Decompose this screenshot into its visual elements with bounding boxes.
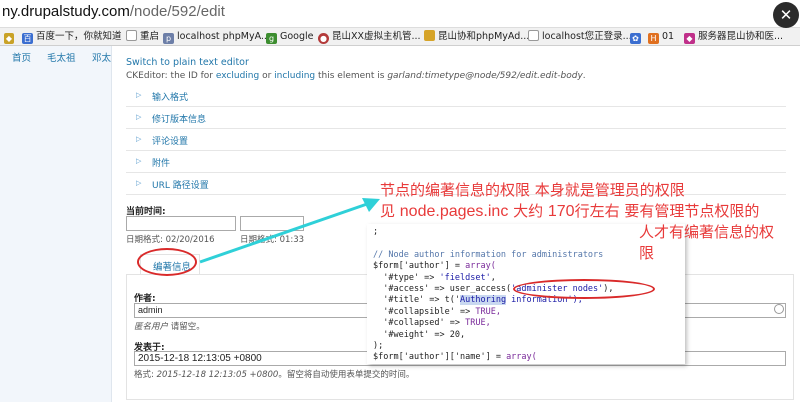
date-input[interactable]	[126, 216, 236, 231]
date-format-hint: 日期格式: 02/20/2016	[126, 235, 215, 245]
author-tab-highlight-ellipse	[137, 248, 197, 276]
diamond-icon: ◆	[684, 33, 695, 44]
including-link[interactable]: including	[274, 71, 315, 81]
close-icon: ✕	[779, 6, 793, 24]
address-bar[interactable]: ny.drupalstudy.com/node/592/edit	[0, 0, 800, 28]
switch-plain-text-link[interactable]: Switch to plain text editor	[126, 57, 249, 68]
bookmark-paw[interactable]: ✿	[630, 30, 644, 44]
paw-icon: ✿	[630, 33, 641, 44]
google-icon: g	[266, 33, 277, 44]
authored-on-hint: 格式: 2015-12-18 12:13:05 +0800。留空将自动使用表单提…	[134, 370, 415, 380]
annotation-line-3: 人才有编著信息的权	[639, 223, 775, 241]
h-icon: H	[648, 33, 659, 44]
bookmark-icon: 百	[22, 33, 33, 44]
annotation-line-4: 限	[639, 244, 655, 262]
fieldset-attachments[interactable]: ▷ 附件	[126, 153, 786, 173]
left-nav: 首页 毛太祖 邓太	[0, 46, 112, 402]
nav-deng[interactable]: 邓太	[92, 50, 111, 64]
globe-icon: ●	[318, 33, 329, 44]
url-text[interactable]: ny.drupalstudy.com/node/592/edit	[2, 3, 225, 20]
access-highlight-ellipse	[513, 279, 655, 299]
bookmarks-bar: ◆ 百百度一下，你就知道 重启 p localhost phpMyA... g Go…	[0, 28, 800, 46]
fieldset-revision-info[interactable]: ▷ 修订版本信息	[126, 109, 786, 129]
nav-home[interactable]: 首页	[12, 50, 31, 64]
bookmark-xiehe-phpmyadmin[interactable]: 昆山协和phpMyAd...	[424, 30, 529, 44]
time-input[interactable]	[240, 216, 304, 231]
bookmark-restart[interactable]: 重启	[126, 30, 159, 44]
triangle-right-icon: ▷	[136, 91, 142, 99]
bookmark-localhost-login[interactable]: localhost您正登录...	[528, 30, 632, 44]
folder-icon	[424, 30, 435, 41]
phpmyadmin-icon: p	[163, 33, 174, 44]
bookmark-01[interactable]: H 01	[648, 30, 674, 44]
triangle-right-icon: ▷	[136, 157, 142, 165]
triangle-right-icon: ▷	[136, 113, 142, 121]
excluding-link[interactable]: excluding	[216, 71, 259, 81]
url-host: ny.drupalstudy.com	[2, 3, 130, 20]
page-icon	[528, 30, 539, 41]
bookmark-phpmyadmin[interactable]: p localhost phpMyA...	[163, 30, 270, 44]
bookmark-server-xiehe[interactable]: ◆ 服务器昆山协和医...	[684, 30, 783, 44]
author-hint: 匿名用户 请留空。	[134, 322, 205, 332]
autocomplete-throbber-icon	[774, 304, 784, 314]
ckeditor-note: CKEditor: the ID for excluding or includ…	[126, 71, 586, 81]
triangle-right-icon: ▷	[136, 135, 142, 143]
close-button[interactable]: ✕	[773, 2, 799, 28]
url-path: /node/592/edit	[129, 3, 225, 20]
time-format-hint: 日期格式: 01:33	[240, 235, 305, 245]
bookmark-baidu[interactable]: 百百度一下，你就知道	[22, 30, 122, 44]
bookmark-google[interactable]: g Google	[266, 30, 314, 44]
fieldset-comment-settings[interactable]: ▷ 评论设置	[126, 131, 786, 151]
annotation-line-2: 见 node.pages.inc 大约 170行左右 要有管理节点权限的	[380, 202, 760, 220]
fieldset-input-format[interactable]: ▷ 输入格式	[126, 87, 786, 107]
bookmark-host-admin[interactable]: ● 昆山XX虚拟主机管...	[318, 30, 421, 44]
nav-mao[interactable]: 毛太祖	[47, 50, 76, 64]
page-icon	[126, 30, 137, 41]
annotation-line-1: 节点的编著信息的权限 本身就是管理员的权限	[380, 181, 685, 199]
apps-icon[interactable]: ◆	[4, 30, 17, 44]
triangle-right-icon: ▷	[136, 179, 142, 187]
